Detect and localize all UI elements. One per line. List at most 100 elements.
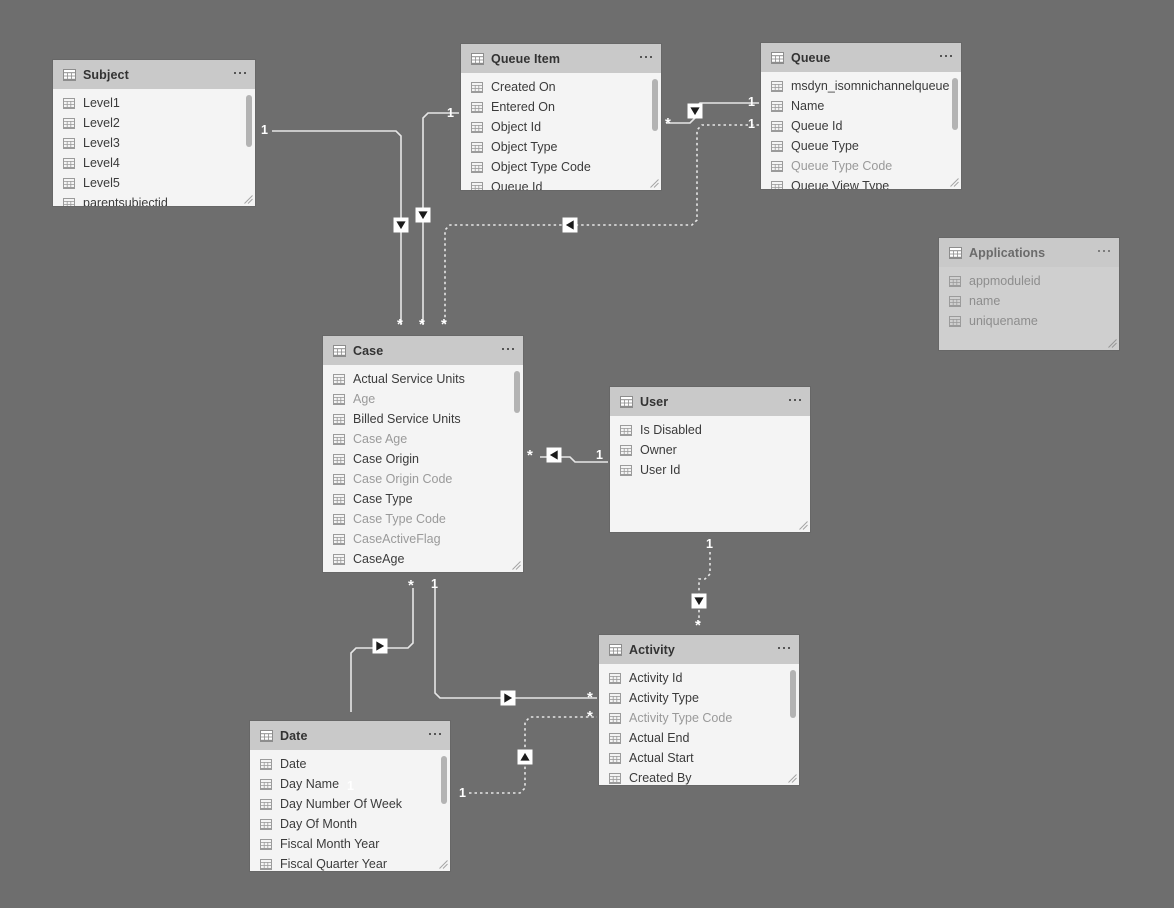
field-list-applications[interactable]: appmoduleid name uniquename — [939, 267, 1119, 350]
relationship-date-activity[interactable] — [469, 716, 597, 794]
field-row-queue-2[interactable]: Queue Id — [761, 116, 961, 136]
field-row-case-4[interactable]: Case Origin — [323, 449, 523, 469]
field-row-queue-3[interactable]: Queue Type — [761, 136, 961, 156]
resize-grip-queue[interactable] — [950, 178, 959, 187]
field-row-queue-item-2[interactable]: Object Id — [461, 117, 661, 137]
field-list-subject[interactable]: Level1 Level2 Level3 Level4 Level5 paren… — [53, 89, 255, 206]
field-list-scrollbar-date[interactable] — [441, 756, 447, 804]
field-row-queue-4[interactable]: Queue Type Code — [761, 156, 961, 176]
table-more-options-icon[interactable] — [778, 647, 790, 652]
table-more-options-icon[interactable] — [429, 733, 441, 738]
relationship-line[interactable] — [350, 588, 414, 712]
table-card-header[interactable]: Case — [323, 336, 523, 365]
field-row-activity-1[interactable]: Activity Type — [599, 688, 799, 708]
field-row-case-8[interactable]: CaseActiveFlag — [323, 529, 523, 549]
resize-grip-date[interactable] — [439, 860, 448, 869]
field-list-scrollbar-queue-item[interactable] — [652, 79, 658, 131]
resize-grip-queue-item[interactable] — [650, 179, 659, 188]
table-card-queue[interactable]: Queue msdyn_isomnichannelqueue Name Queu… — [761, 43, 961, 189]
field-row-date-5[interactable]: Fiscal Quarter Year — [250, 854, 450, 871]
field-row-queue-item-3[interactable]: Object Type — [461, 137, 661, 157]
field-row-subject-3[interactable]: Level4 — [53, 153, 255, 173]
field-row-activity-0[interactable]: Activity Id — [599, 668, 799, 688]
field-row-case-1[interactable]: Age — [323, 389, 523, 409]
field-row-subject-1[interactable]: Level2 — [53, 113, 255, 133]
table-card-case[interactable]: Case Actual Service Units Age Billed Ser… — [323, 336, 523, 572]
relationship-line[interactable] — [434, 588, 597, 699]
relationship-line[interactable] — [666, 102, 759, 124]
resize-grip-applications[interactable] — [1108, 339, 1117, 348]
table-card-subject[interactable]: Subject Level1 Level2 Level3 Level4 Leve… — [53, 60, 255, 206]
field-list-date[interactable]: Date Day Name Day Number Of Week Day Of … — [250, 750, 450, 871]
table-more-options-icon[interactable] — [640, 56, 652, 61]
field-row-activity-2[interactable]: Activity Type Code — [599, 708, 799, 728]
field-row-user-1[interactable]: Owner — [610, 440, 810, 460]
relationship-line[interactable] — [422, 112, 459, 325]
field-list-user[interactable]: Is Disabled Owner User Id — [610, 416, 810, 532]
field-list-scrollbar-subject[interactable] — [246, 95, 252, 147]
field-row-case-6[interactable]: Case Type — [323, 489, 523, 509]
table-card-header[interactable]: Queue — [761, 43, 961, 72]
field-row-subject-5[interactable]: parentsubjectid — [53, 193, 255, 206]
field-row-applications-0[interactable]: appmoduleid — [939, 271, 1119, 291]
field-row-queue-item-0[interactable]: Created On — [461, 77, 661, 97]
table-more-options-icon[interactable] — [234, 72, 246, 77]
table-card-activity[interactable]: Activity Activity Id Activity Type Activ… — [599, 635, 799, 785]
field-row-case-2[interactable]: Billed Service Units — [323, 409, 523, 429]
field-row-subject-4[interactable]: Level5 — [53, 173, 255, 193]
field-row-date-0[interactable]: Date — [250, 754, 450, 774]
table-card-header[interactable]: Queue Item — [461, 44, 661, 73]
field-row-user-0[interactable]: Is Disabled — [610, 420, 810, 440]
field-row-date-4[interactable]: Fiscal Month Year — [250, 834, 450, 854]
table-card-user[interactable]: User Is Disabled Owner User Id — [610, 387, 810, 532]
field-row-queue-1[interactable]: Name — [761, 96, 961, 116]
field-row-queue-item-4[interactable]: Object Type Code — [461, 157, 661, 177]
field-row-case-0[interactable]: Actual Service Units — [323, 369, 523, 389]
relationship-case-activity[interactable] — [434, 588, 597, 706]
table-card-header[interactable]: Applications — [939, 238, 1119, 267]
table-more-options-icon[interactable] — [1098, 250, 1110, 255]
table-more-options-icon[interactable] — [789, 399, 801, 404]
field-row-applications-2[interactable]: uniquename — [939, 311, 1119, 331]
table-card-queue-item[interactable]: Queue Item Created On Entered On Object … — [461, 44, 661, 190]
resize-grip-case[interactable] — [512, 561, 521, 570]
field-row-user-2[interactable]: User Id — [610, 460, 810, 480]
resize-grip-subject[interactable] — [244, 195, 253, 204]
field-list-activity[interactable]: Activity Id Activity Type Activity Type … — [599, 664, 799, 785]
field-row-queue-item-5[interactable]: Queue Id — [461, 177, 661, 190]
field-row-subject-2[interactable]: Level3 — [53, 133, 255, 153]
relationship-line[interactable] — [469, 716, 597, 794]
model-view-canvas[interactable]: Subject Level1 Level2 Level3 Level4 Leve… — [0, 0, 1174, 908]
table-card-date[interactable]: Date Date Day Name Day Number Of Week Da… — [250, 721, 450, 871]
field-list-scrollbar-case[interactable] — [514, 371, 520, 413]
field-row-case-9[interactable]: CaseAge — [323, 549, 523, 569]
field-row-date-2[interactable]: Day Number Of Week — [250, 794, 450, 814]
field-list-queue[interactable]: msdyn_isomnichannelqueue Name Queue Id Q… — [761, 72, 961, 189]
field-list-scrollbar-activity[interactable] — [790, 670, 796, 718]
relationship-line[interactable] — [698, 552, 711, 625]
table-card-header[interactable]: Subject — [53, 60, 255, 89]
relationship-queueitem-case[interactable] — [415, 112, 460, 325]
field-row-case-5[interactable]: Case Origin Code — [323, 469, 523, 489]
relationship-subject-case[interactable] — [272, 130, 409, 325]
table-card-header[interactable]: Activity — [599, 635, 799, 664]
table-card-header[interactable]: Date — [250, 721, 450, 750]
field-row-case-3[interactable]: Case Age — [323, 429, 523, 449]
field-list-case[interactable]: Actual Service Units Age Billed Service … — [323, 365, 523, 572]
field-list-queue-item[interactable]: Created On Entered On Object Id Object T… — [461, 73, 661, 190]
field-row-subject-0[interactable]: Level1 — [53, 93, 255, 113]
field-list-scrollbar-queue[interactable] — [952, 78, 958, 130]
field-row-activity-5[interactable]: Created By — [599, 768, 799, 785]
field-row-queue-item-1[interactable]: Entered On — [461, 97, 661, 117]
field-row-date-3[interactable]: Day Of Month — [250, 814, 450, 834]
relationship-user-activity[interactable] — [691, 552, 711, 625]
table-more-options-icon[interactable] — [940, 55, 952, 60]
field-row-applications-1[interactable]: name — [939, 291, 1119, 311]
field-row-activity-4[interactable]: Actual Start — [599, 748, 799, 768]
field-row-case-7[interactable]: Case Type Code — [323, 509, 523, 529]
relationship-line[interactable] — [272, 130, 402, 325]
table-more-options-icon[interactable] — [502, 348, 514, 353]
field-row-activity-3[interactable]: Actual End — [599, 728, 799, 748]
field-row-queue-0[interactable]: msdyn_isomnichannelqueue — [761, 76, 961, 96]
field-row-queue-5[interactable]: Queue View Type — [761, 176, 961, 189]
